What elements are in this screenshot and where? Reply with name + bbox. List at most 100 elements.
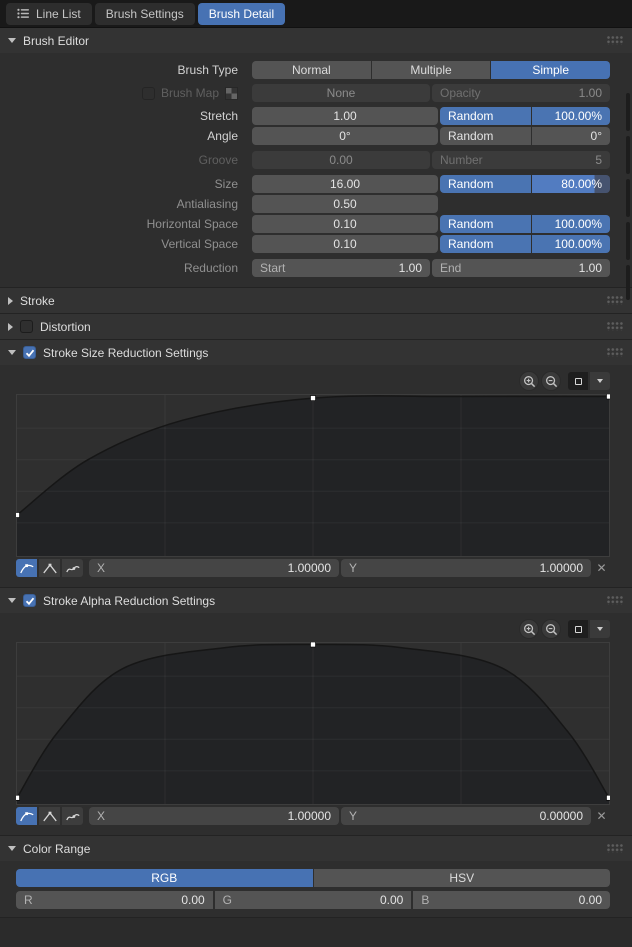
tab-brush-settings[interactable]: Brush Settings xyxy=(94,2,195,25)
channel-g-field[interactable]: G 0.00 xyxy=(214,891,412,909)
curve-zoom-out-button[interactable] xyxy=(541,371,561,391)
alpha-reduction-header[interactable]: Stroke Alpha Reduction Settings xyxy=(0,588,632,613)
delete-point-button[interactable]: ✕ xyxy=(593,807,610,825)
point-x-field[interactable]: X 1.00000 xyxy=(89,559,339,577)
angle-random-value-field[interactable]: 0° xyxy=(532,127,610,145)
stroke-header[interactable]: Stroke xyxy=(0,288,632,313)
channel-r-field[interactable]: R 0.00 xyxy=(16,891,213,909)
curve-tools-dropdown[interactable] xyxy=(590,372,610,390)
handle-auto-button[interactable] xyxy=(16,559,37,577)
size-reduction-curve-canvas[interactable] xyxy=(16,394,610,557)
alpha-reduction-curve-canvas[interactable] xyxy=(16,642,610,805)
tab-line-list[interactable]: Line List xyxy=(6,2,92,25)
antialiasing-value-field[interactable]: 0.50 xyxy=(252,195,438,213)
brush-map-checkbox[interactable] xyxy=(141,86,155,100)
curve-point-handle[interactable] xyxy=(606,794,611,801)
brush-editor-body: Brush Type Normal Multiple Simple Brush … xyxy=(0,53,632,287)
groove-value-field[interactable]: 0.00 xyxy=(252,151,430,169)
horizontal-space-random-toggle[interactable]: Random xyxy=(440,215,531,233)
vertical-space-value-field[interactable]: 0.10 xyxy=(252,235,438,253)
panel-title: Stroke Alpha Reduction Settings xyxy=(43,593,216,608)
brush-map-menu[interactable]: None xyxy=(252,84,430,102)
channel-b-field[interactable]: B 0.00 xyxy=(413,891,611,909)
chevron-right-icon xyxy=(8,322,13,331)
scrollbar-thumb-segment[interactable] xyxy=(626,136,630,174)
handle-auto-button[interactable] xyxy=(16,807,37,825)
scrollbar-thumb-segment[interactable] xyxy=(626,179,630,217)
angle-value-field[interactable]: 0° xyxy=(252,127,438,145)
scrollbar-thumb-segment[interactable] xyxy=(626,93,630,131)
stretch-value-field[interactable]: 1.00 xyxy=(252,107,438,125)
brush-type-simple-button[interactable]: Simple xyxy=(491,61,611,79)
number-field[interactable]: Number 5 xyxy=(432,151,610,169)
curve-tools-dropdown[interactable] xyxy=(590,620,610,638)
point-y-field[interactable]: Y 0.00000 xyxy=(341,807,591,825)
antialiasing-row: Antialiasing 0.50 xyxy=(16,195,610,213)
vertical-space-row: Vertical Space 0.10 Random 100.00% xyxy=(16,235,610,253)
curve-zoom-in-button[interactable] xyxy=(519,619,539,639)
opacity-field[interactable]: Opacity 1.00 xyxy=(432,84,610,102)
size-random-slider[interactable]: 80.00% xyxy=(532,175,610,193)
hsv-mode-button[interactable]: HSV xyxy=(313,869,610,887)
curve-point-handle[interactable] xyxy=(16,512,20,518)
scrollbar[interactable] xyxy=(626,0,630,947)
point-y-field[interactable]: Y 1.00000 xyxy=(341,559,591,577)
panel-grip-icon[interactable] xyxy=(607,296,624,305)
random-label: Random xyxy=(448,177,494,191)
size-value-field[interactable]: 16.00 xyxy=(252,175,438,193)
curve-zoom-in-button[interactable] xyxy=(519,371,539,391)
handle-free-button[interactable] xyxy=(62,559,83,577)
chevron-down-icon xyxy=(597,627,603,631)
size-random-toggle[interactable]: Random xyxy=(440,175,531,193)
delete-point-button[interactable]: ✕ xyxy=(593,559,610,577)
reduction-start-field[interactable]: Start 1.00 xyxy=(252,259,430,277)
curve-clipping-button[interactable] xyxy=(568,372,588,390)
brush-type-multiple-button[interactable]: Multiple xyxy=(371,61,491,79)
y-value: 0.00000 xyxy=(539,809,583,823)
horizontal-space-value-field[interactable]: 0.10 xyxy=(252,215,438,233)
stretch-random-toggle[interactable]: Random xyxy=(440,107,531,125)
reduction-end-field[interactable]: End 1.00 xyxy=(432,259,610,277)
angle-random-toggle[interactable]: Random xyxy=(440,127,531,145)
size-reduction-header[interactable]: Stroke Size Reduction Settings xyxy=(0,340,632,365)
panel-grip-icon[interactable] xyxy=(607,36,624,45)
panel-title: Stroke Size Reduction Settings xyxy=(43,345,209,360)
color-range-header[interactable]: Color Range xyxy=(0,836,632,861)
panel-grip-icon[interactable] xyxy=(607,844,624,853)
panel-title: Color Range xyxy=(23,841,91,856)
size-reduction-checkbox[interactable] xyxy=(23,346,36,359)
brush-editor-header[interactable]: Brush Editor xyxy=(0,28,632,53)
panel-title: Brush Editor xyxy=(23,33,90,48)
y-label: Y xyxy=(349,561,358,575)
curve-point-handle[interactable] xyxy=(310,395,316,401)
antialiasing-value: 0.50 xyxy=(333,197,357,211)
point-x-field[interactable]: X 1.00000 xyxy=(89,807,339,825)
rgb-mode-button[interactable]: RGB xyxy=(16,869,313,887)
alpha-reduction-checkbox[interactable] xyxy=(23,594,36,607)
vertical-space-random-value-field[interactable]: 100.00% xyxy=(532,235,610,253)
curve-zoom-out-button[interactable] xyxy=(541,619,561,639)
random-label: Random xyxy=(448,217,494,231)
horizontal-space-random-value-field[interactable]: 100.00% xyxy=(532,215,610,233)
panel-size-reduction: Stroke Size Reduction Settings X 1.00000… xyxy=(0,340,632,588)
scrollbar-thumb-segment[interactable] xyxy=(626,222,630,260)
curve-point-handle[interactable] xyxy=(16,794,20,801)
vertical-space-random-toggle[interactable]: Random xyxy=(440,235,531,253)
channel-value: 0.00 xyxy=(578,893,603,907)
distortion-header[interactable]: Distortion xyxy=(0,314,632,339)
handle-free-button[interactable] xyxy=(62,807,83,825)
panel-grip-icon[interactable] xyxy=(607,596,624,605)
handle-vector-button[interactable] xyxy=(39,559,60,577)
panel-grip-icon[interactable] xyxy=(607,322,624,331)
tab-brush-detail[interactable]: Brush Detail xyxy=(197,2,286,25)
panel-grip-icon[interactable] xyxy=(607,348,624,357)
curve-point-handle[interactable] xyxy=(310,642,316,648)
distortion-checkbox[interactable] xyxy=(20,320,33,333)
curve-point-row: X 1.00000 Y 1.00000 ✕ xyxy=(16,559,610,577)
handle-vector-button[interactable] xyxy=(39,807,60,825)
curve-clipping-button[interactable] xyxy=(568,620,588,638)
curve-point-handle[interactable] xyxy=(606,394,611,400)
scrollbar-thumb-segment[interactable] xyxy=(626,265,630,300)
stretch-random-value-field[interactable]: 100.00% xyxy=(532,107,610,125)
brush-type-normal-button[interactable]: Normal xyxy=(252,61,371,79)
